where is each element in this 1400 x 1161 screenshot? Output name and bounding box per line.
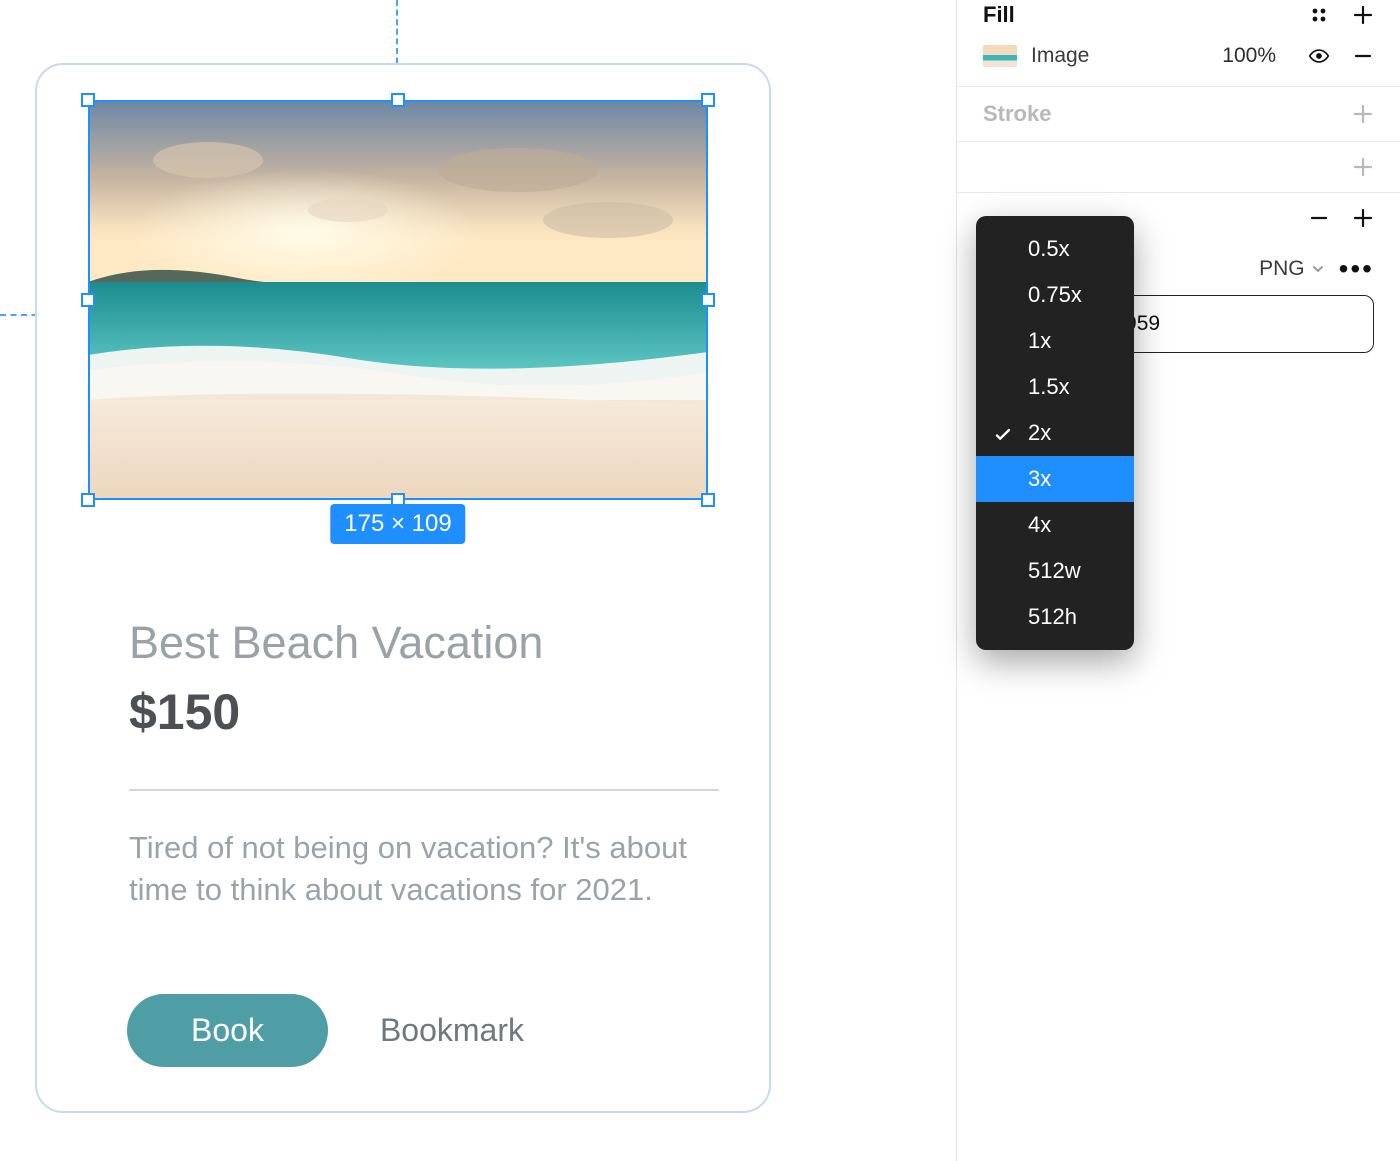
scale-option-label: 2x	[1028, 420, 1051, 445]
scale-option-label: 0.5x	[1028, 236, 1070, 261]
resize-handle-mt[interactable]	[391, 93, 405, 107]
fill-swatch[interactable]	[983, 45, 1017, 67]
scale-option-0.5x[interactable]: 0.5x	[976, 226, 1134, 272]
scale-option-label: 4x	[1028, 512, 1051, 537]
scale-option-512h[interactable]: 512h	[976, 594, 1134, 640]
selected-image[interactable]: 175 × 109	[88, 100, 708, 500]
add-stroke-icon[interactable]	[1352, 103, 1374, 125]
style-four-dot-icon[interactable]	[1308, 4, 1330, 26]
scale-option-label: 512w	[1028, 558, 1081, 583]
scale-option-4x[interactable]: 4x	[976, 502, 1134, 548]
scale-option-label: 1x	[1028, 328, 1051, 353]
visibility-eye-icon[interactable]	[1308, 45, 1330, 67]
add-export-icon[interactable]	[1352, 207, 1374, 229]
add-fill-icon[interactable]	[1352, 4, 1374, 26]
canvas[interactable]: Best Beach Vacation $150 Tired of not be…	[0, 0, 956, 1161]
scale-option-label: 3x	[1028, 466, 1051, 491]
resize-handle-ml[interactable]	[81, 293, 95, 307]
scale-option-1x[interactable]: 1x	[976, 318, 1134, 364]
scale-option-label: 1.5x	[1028, 374, 1070, 399]
stroke-section: Stroke	[957, 87, 1400, 142]
card-divider	[129, 789, 719, 791]
fill-row: Image 100%	[957, 38, 1400, 86]
check-icon	[994, 424, 1012, 442]
scale-option-0.75x[interactable]: 0.75x	[976, 272, 1134, 318]
export-scale-menu[interactable]: 0.5x 0.75x 1x 1.5x 2x 3x 4x 512w 512h	[976, 216, 1134, 650]
export-more-icon[interactable]: •••	[1339, 262, 1374, 276]
selection-size-badge: 175 × 109	[330, 504, 465, 544]
scale-option-3x[interactable]: 3x	[976, 456, 1134, 502]
export-format-label: PNG	[1259, 257, 1305, 281]
selection-outline	[88, 100, 708, 500]
resize-handle-tl[interactable]	[81, 93, 95, 107]
effects-section	[957, 142, 1400, 193]
chevron-down-icon	[1311, 262, 1325, 276]
add-effect-icon[interactable]	[1352, 156, 1374, 178]
card-title: Best Beach Vacation	[129, 617, 543, 669]
remove-fill-icon[interactable]	[1352, 45, 1374, 67]
stroke-title: Stroke	[983, 101, 1051, 127]
scale-option-label: 0.75x	[1028, 282, 1082, 307]
bookmark-link[interactable]: Bookmark	[380, 1012, 524, 1049]
book-button[interactable]: Book	[127, 994, 328, 1067]
fill-title: Fill	[983, 2, 1015, 28]
card-description: Tired of not being on vacation? It's abo…	[129, 827, 719, 911]
resize-handle-br[interactable]	[701, 493, 715, 507]
resize-handle-mr[interactable]	[701, 293, 715, 307]
scale-option-2x[interactable]: 2x	[976, 410, 1134, 456]
scale-option-1.5x[interactable]: 1.5x	[976, 364, 1134, 410]
fill-type-label[interactable]: Image	[1031, 44, 1089, 68]
resize-handle-tr[interactable]	[701, 93, 715, 107]
remove-export-icon[interactable]	[1308, 207, 1330, 229]
card-actions: Book Bookmark	[127, 994, 524, 1067]
scale-option-512w[interactable]: 512w	[976, 548, 1134, 594]
export-format-select[interactable]: PNG	[1259, 257, 1325, 281]
scale-option-label: 512h	[1028, 604, 1077, 629]
fill-section: Fill Image 100%	[957, 0, 1400, 87]
fill-opacity[interactable]: 100%	[1222, 44, 1276, 68]
card-price: $150	[129, 683, 240, 741]
resize-handle-bl[interactable]	[81, 493, 95, 507]
